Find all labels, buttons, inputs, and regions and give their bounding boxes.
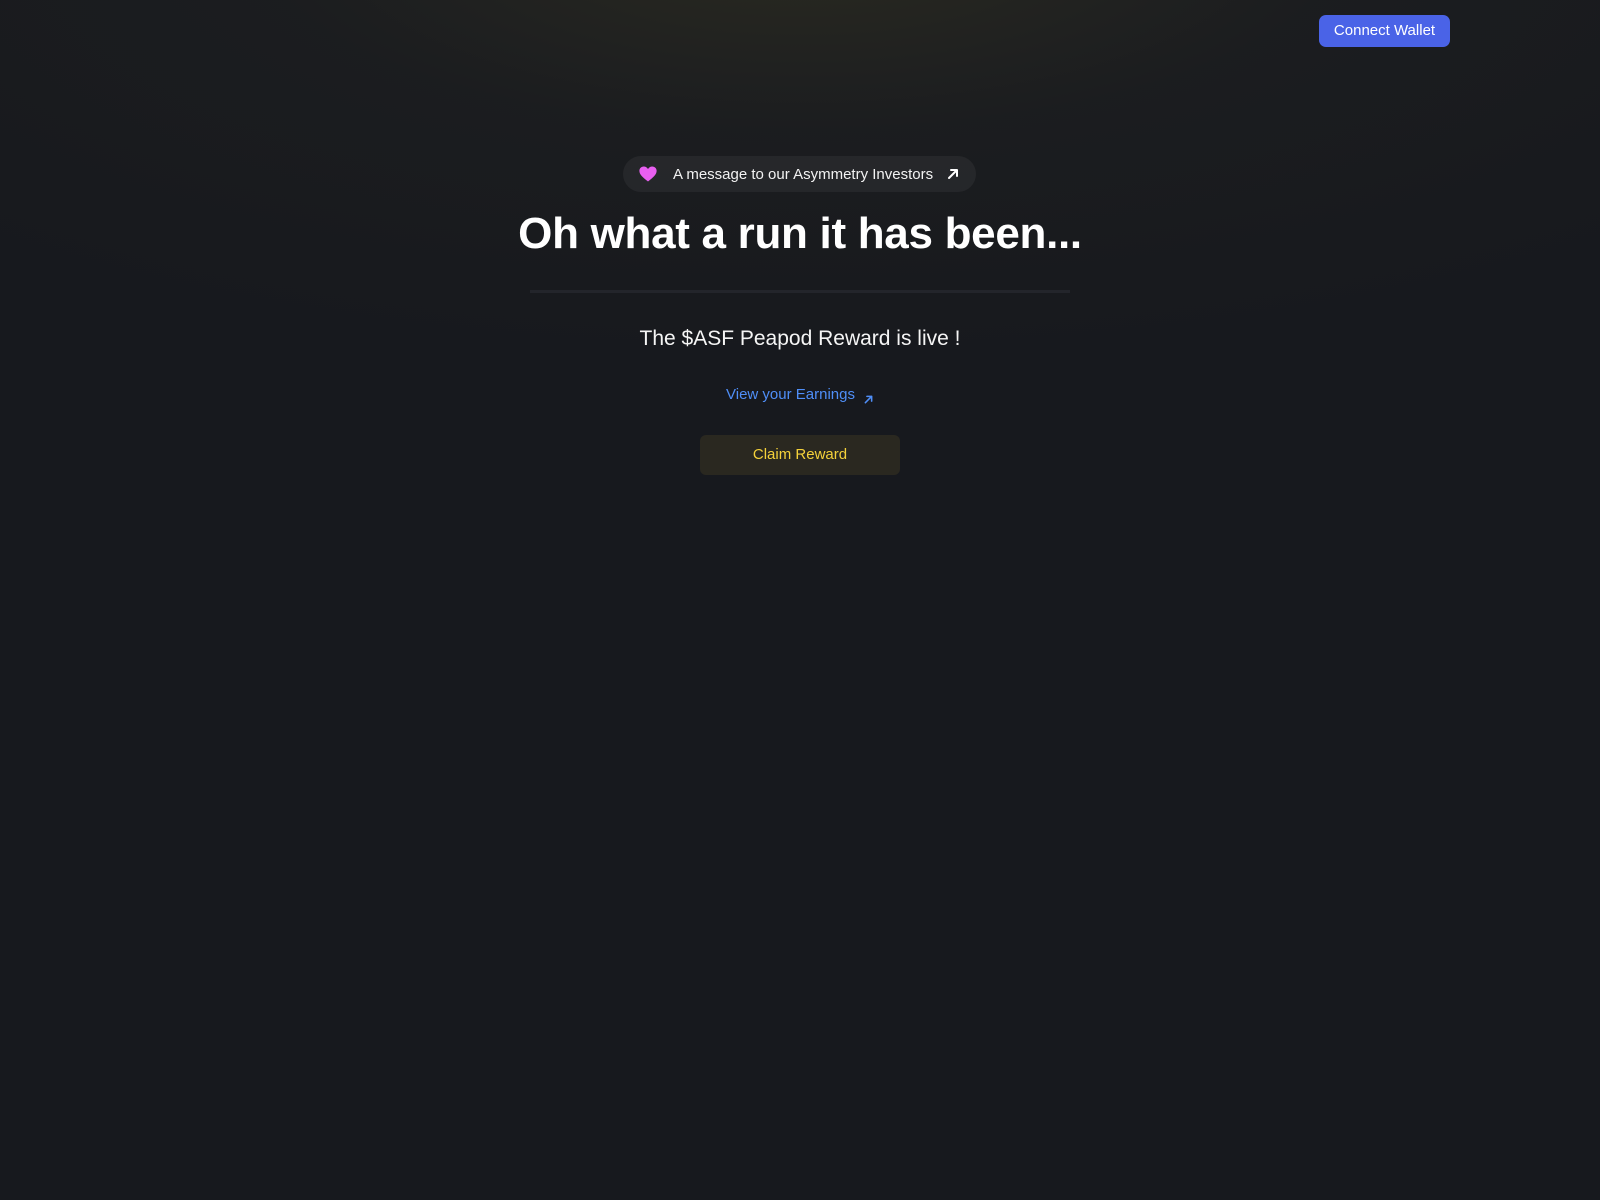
connect-wallet-button[interactable]: Connect Wallet (1319, 15, 1450, 47)
arrow-up-right-icon (863, 390, 874, 403)
investor-message-link[interactable]: A message to our Asymmetry Investors (623, 156, 976, 192)
divider (530, 290, 1070, 293)
earnings-link-container: View your Earnings (0, 384, 1600, 406)
arrow-up-right-icon (946, 167, 960, 181)
reward-announcement: The $ASF Peapod Reward is live ! (639, 327, 961, 350)
page-title: Oh what a run it has been... (518, 209, 1082, 258)
claim-reward-button[interactable]: Claim Reward (700, 435, 900, 475)
view-earnings-link[interactable]: View your Earnings (726, 384, 874, 406)
investor-message-label: A message to our Asymmetry Investors (673, 165, 934, 183)
heart-icon (639, 166, 657, 182)
view-earnings-label: View your Earnings (726, 386, 855, 403)
